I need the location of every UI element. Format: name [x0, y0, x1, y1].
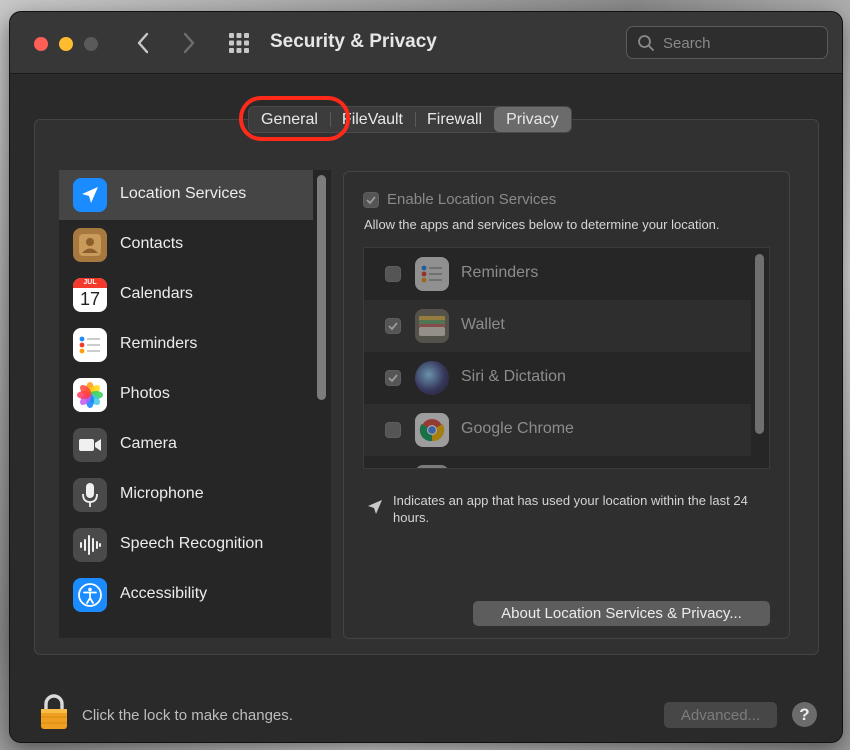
app-checkbox-chrome[interactable]	[385, 422, 401, 438]
sidebar-item-label: Contacts	[120, 235, 184, 252]
lock-icon[interactable]	[38, 693, 70, 731]
sidebar-item-contacts[interactable]: Contacts	[59, 220, 313, 270]
speech-waveform-icon	[73, 528, 107, 562]
sidebar-item-location-services[interactable]: Location Services	[59, 170, 313, 220]
about-location-privacy-button[interactable]: About Location Services & Privacy...	[473, 601, 770, 626]
location-arrow-icon	[368, 500, 382, 514]
enable-location-row[interactable]: Enable Location Services	[363, 191, 556, 208]
app-list-scrollbar[interactable]	[755, 254, 764, 434]
tab-privacy[interactable]: Privacy	[494, 107, 571, 132]
contacts-book-icon	[73, 228, 107, 262]
forward-button[interactable]	[176, 30, 202, 56]
content-area: General FileVault Firewall Privacy Locat…	[10, 75, 842, 742]
chrome-icon	[415, 413, 449, 447]
calendar-icon: JUL 17	[73, 278, 107, 312]
sidebar-item-label: Photos	[120, 385, 170, 402]
sidebar-item-label: Reminders	[120, 335, 198, 352]
tab-bar: General FileVault Firewall Privacy	[248, 106, 572, 133]
camera-icon	[73, 428, 107, 462]
tab-firewall[interactable]: Firewall	[414, 107, 494, 132]
sidebar-item-label: Calendars	[120, 285, 193, 302]
sidebar-item-microphone[interactable]: Microphone	[59, 470, 313, 520]
wallet-icon	[415, 309, 449, 343]
app-name: Siri & Dictation	[461, 368, 566, 385]
list-item[interactable]: Google Chrome	[364, 404, 751, 456]
minimize-window-button[interactable]	[59, 37, 73, 51]
sidebar-item-calendars[interactable]: JUL 17 Calendars	[59, 270, 313, 320]
privacy-category-list: Location Services Contacts JUL 17 Calend…	[59, 170, 331, 638]
chevron-right-icon	[183, 32, 195, 54]
list-item[interactable]: Reminders	[364, 248, 751, 300]
reminders-list-icon	[415, 257, 449, 291]
grid-icon	[229, 33, 249, 53]
location-usage-note: Indicates an app that has used your loca…	[393, 493, 748, 525]
allow-description: Allow the apps and services below to det…	[364, 217, 720, 232]
title-bar: Security & Privacy	[10, 12, 842, 74]
search-icon	[638, 35, 654, 51]
tab-general[interactable]: General	[249, 107, 330, 132]
chevron-left-icon	[137, 32, 149, 54]
sidebar-item-photos[interactable]: Photos	[59, 370, 313, 420]
advanced-button[interactable]: Advanced...	[664, 702, 777, 728]
sidebar-scrollbar[interactable]	[317, 175, 326, 400]
sidebar-item-label: Speech Recognition	[120, 535, 264, 552]
list-item[interactable]: Wallet	[364, 300, 751, 352]
calendar-icon-day: 17	[79, 289, 101, 309]
checkmark-icon	[388, 374, 398, 383]
sidebar-item-label: Accessibility	[120, 585, 208, 602]
sidebar-item-label: Location Services	[120, 185, 247, 202]
app-name: Google Chrome	[461, 420, 574, 437]
lock-message: Click the lock to make changes.	[82, 707, 293, 724]
location-arrow-icon	[73, 178, 107, 212]
search-box[interactable]	[626, 26, 828, 59]
checkmark-icon	[366, 195, 376, 204]
close-window-button[interactable]	[34, 37, 48, 51]
microphone-icon	[73, 478, 107, 512]
list-item[interactable]	[364, 456, 751, 468]
tab-filevault[interactable]: FileVault	[329, 107, 415, 132]
reminders-list-icon	[73, 328, 107, 362]
sidebar-item-speech-recognition[interactable]: Speech Recognition	[59, 520, 313, 570]
show-all-preferences-button[interactable]	[228, 32, 250, 54]
app-checkbox-reminders[interactable]	[385, 266, 401, 282]
sidebar-item-camera[interactable]: Camera	[59, 420, 313, 470]
search-input[interactable]	[663, 32, 823, 54]
app-name: Reminders	[461, 264, 539, 281]
sidebar-item-accessibility[interactable]: Accessibility	[59, 570, 313, 620]
list-item[interactable]: Siri & Dictation	[364, 352, 751, 404]
accessibility-person-icon	[73, 578, 107, 612]
photos-flower-icon	[73, 378, 107, 412]
sidebar-item-label: Camera	[120, 435, 177, 452]
enable-location-checkbox[interactable]	[363, 191, 379, 208]
checkmark-icon	[388, 322, 398, 331]
back-button[interactable]	[130, 30, 156, 56]
window-title: Security & Privacy	[270, 31, 437, 52]
sidebar-item-reminders[interactable]: Reminders	[59, 320, 313, 370]
app-name: Wallet	[461, 316, 505, 333]
siri-orb-icon	[415, 361, 449, 395]
help-button[interactable]: ?	[792, 702, 817, 727]
calendar-icon-month: JUL	[73, 278, 107, 288]
zoom-window-button[interactable]	[84, 37, 98, 51]
enable-location-label: Enable Location Services	[387, 191, 557, 208]
sidebar-item-label: Microphone	[120, 485, 204, 502]
location-services-pane: Enable Location Services Allow the apps …	[343, 171, 790, 639]
location-app-list: Reminders Wallet Siri & Dictation Google…	[363, 247, 770, 469]
app-checkbox-siri[interactable]	[385, 370, 401, 386]
app-checkbox-wallet[interactable]	[385, 318, 401, 334]
app-icon	[415, 465, 449, 468]
security-privacy-window: Security & Privacy General FileVault Fir…	[10, 12, 842, 742]
